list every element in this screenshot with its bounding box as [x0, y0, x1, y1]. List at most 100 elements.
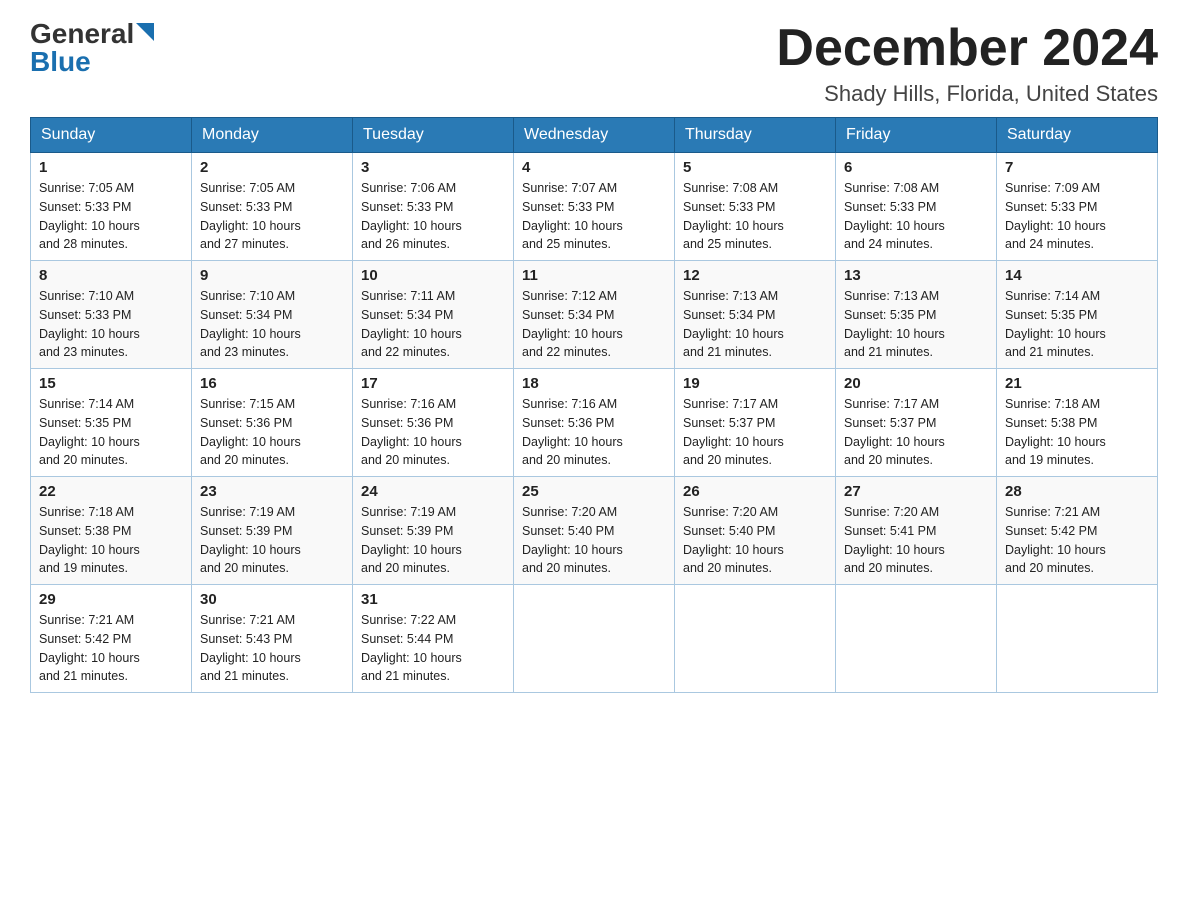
- day-info: Sunrise: 7:15 AMSunset: 5:36 PMDaylight:…: [200, 395, 344, 470]
- day-number: 27: [844, 483, 988, 500]
- calendar-table: SundayMondayTuesdayWednesdayThursdayFrid…: [30, 117, 1158, 693]
- day-number: 11: [522, 267, 666, 284]
- day-number: 24: [361, 483, 505, 500]
- calendar-cell: 19Sunrise: 7:17 AMSunset: 5:37 PMDayligh…: [675, 369, 836, 477]
- calendar-cell: 9 Sunrise: 7:10 AMSunset: 5:34 PMDaylight…: [192, 261, 353, 369]
- page-header: General Blue December 2024 Shady Hills, …: [30, 20, 1158, 107]
- day-number: 1: [39, 159, 183, 176]
- calendar-week-row: 1 Sunrise: 7:05 AMSunset: 5:33 PMDaylight…: [31, 153, 1158, 261]
- calendar-cell: 3 Sunrise: 7:06 AMSunset: 5:33 PMDaylight…: [353, 153, 514, 261]
- col-header-thursday: Thursday: [675, 118, 836, 153]
- day-number: 14: [1005, 267, 1149, 284]
- calendar-cell: 2 Sunrise: 7:05 AMSunset: 5:33 PMDaylight…: [192, 153, 353, 261]
- day-info: Sunrise: 7:05 AMSunset: 5:33 PMDaylight:…: [200, 179, 344, 254]
- col-header-tuesday: Tuesday: [353, 118, 514, 153]
- day-number: 30: [200, 591, 344, 608]
- day-info: Sunrise: 7:18 AMSunset: 5:38 PMDaylight:…: [39, 503, 183, 578]
- calendar-cell: 7 Sunrise: 7:09 AMSunset: 5:33 PMDaylight…: [997, 153, 1158, 261]
- day-info: Sunrise: 7:09 AMSunset: 5:33 PMDaylight:…: [1005, 179, 1149, 254]
- day-info: Sunrise: 7:21 AMSunset: 5:42 PMDaylight:…: [39, 611, 183, 686]
- calendar-cell: 17Sunrise: 7:16 AMSunset: 5:36 PMDayligh…: [353, 369, 514, 477]
- calendar-cell: 26 Sunrise: 7:20 AMSunset: 5:40 PMDayligh…: [675, 477, 836, 585]
- day-number: 20: [844, 375, 988, 392]
- day-number: 16: [200, 375, 344, 392]
- col-header-friday: Friday: [836, 118, 997, 153]
- day-number: 7: [1005, 159, 1149, 176]
- day-number: 21: [1005, 375, 1149, 392]
- calendar-week-row: 15Sunrise: 7:14 AMSunset: 5:35 PMDayligh…: [31, 369, 1158, 477]
- calendar-cell: 31 Sunrise: 7:22 AMSunset: 5:44 PMDayligh…: [353, 585, 514, 693]
- calendar-cell: 1 Sunrise: 7:05 AMSunset: 5:33 PMDaylight…: [31, 153, 192, 261]
- calendar-cell: 23Sunrise: 7:19 AMSunset: 5:39 PMDayligh…: [192, 477, 353, 585]
- calendar-cell: 20 Sunrise: 7:17 AMSunset: 5:37 PMDayligh…: [836, 369, 997, 477]
- calendar-cell: 13 Sunrise: 7:13 AMSunset: 5:35 PMDayligh…: [836, 261, 997, 369]
- calendar-cell: 14 Sunrise: 7:14 AMSunset: 5:35 PMDayligh…: [997, 261, 1158, 369]
- calendar-cell: 8 Sunrise: 7:10 AMSunset: 5:33 PMDaylight…: [31, 261, 192, 369]
- day-info: Sunrise: 7:21 AMSunset: 5:43 PMDaylight:…: [200, 611, 344, 686]
- logo: General Blue: [30, 20, 154, 76]
- calendar-cell: 5 Sunrise: 7:08 AMSunset: 5:33 PMDaylight…: [675, 153, 836, 261]
- day-info: Sunrise: 7:16 AMSunset: 5:36 PMDaylight:…: [361, 395, 505, 470]
- col-header-wednesday: Wednesday: [514, 118, 675, 153]
- day-number: 31: [361, 591, 505, 608]
- calendar-cell: 30 Sunrise: 7:21 AMSunset: 5:43 PMDayligh…: [192, 585, 353, 693]
- day-info: Sunrise: 7:05 AMSunset: 5:33 PMDaylight:…: [39, 179, 183, 254]
- day-info: Sunrise: 7:17 AMSunset: 5:37 PMDaylight:…: [683, 395, 827, 470]
- calendar-cell: 22 Sunrise: 7:18 AMSunset: 5:38 PMDayligh…: [31, 477, 192, 585]
- day-number: 12: [683, 267, 827, 284]
- calendar-cell: 16 Sunrise: 7:15 AMSunset: 5:36 PMDayligh…: [192, 369, 353, 477]
- logo-triangle-icon: [136, 23, 154, 46]
- day-info: Sunrise: 7:14 AMSunset: 5:35 PMDaylight:…: [1005, 287, 1149, 362]
- calendar-cell: 15Sunrise: 7:14 AMSunset: 5:35 PMDayligh…: [31, 369, 192, 477]
- day-number: 18: [522, 375, 666, 392]
- calendar-cell: 18Sunrise: 7:16 AMSunset: 5:36 PMDayligh…: [514, 369, 675, 477]
- calendar-header-row: SundayMondayTuesdayWednesdayThursdayFrid…: [31, 118, 1158, 153]
- calendar-cell: 28Sunrise: 7:21 AMSunset: 5:42 PMDayligh…: [997, 477, 1158, 585]
- day-info: Sunrise: 7:12 AMSunset: 5:34 PMDaylight:…: [522, 287, 666, 362]
- day-number: 9: [200, 267, 344, 284]
- calendar-cell: 6Sunrise: 7:08 AMSunset: 5:33 PMDaylight…: [836, 153, 997, 261]
- day-number: 25: [522, 483, 666, 500]
- title-block: December 2024 Shady Hills, Florida, Unit…: [776, 20, 1158, 107]
- day-number: 23: [200, 483, 344, 500]
- day-number: 2: [200, 159, 344, 176]
- day-info: Sunrise: 7:19 AMSunset: 5:39 PMDaylight:…: [361, 503, 505, 578]
- day-info: Sunrise: 7:08 AMSunset: 5:33 PMDaylight:…: [683, 179, 827, 254]
- logo-blue-text: Blue: [30, 48, 91, 76]
- calendar-week-row: 22 Sunrise: 7:18 AMSunset: 5:38 PMDayligh…: [31, 477, 1158, 585]
- col-header-sunday: Sunday: [31, 118, 192, 153]
- calendar-week-row: 29 Sunrise: 7:21 AMSunset: 5:42 PMDayligh…: [31, 585, 1158, 693]
- calendar-cell: 24 Sunrise: 7:19 AMSunset: 5:39 PMDayligh…: [353, 477, 514, 585]
- calendar-cell: [675, 585, 836, 693]
- calendar-cell: 21Sunrise: 7:18 AMSunset: 5:38 PMDayligh…: [997, 369, 1158, 477]
- day-info: Sunrise: 7:10 AMSunset: 5:34 PMDaylight:…: [200, 287, 344, 362]
- day-number: 10: [361, 267, 505, 284]
- day-info: Sunrise: 7:20 AMSunset: 5:40 PMDaylight:…: [522, 503, 666, 578]
- day-info: Sunrise: 7:10 AMSunset: 5:33 PMDaylight:…: [39, 287, 183, 362]
- day-info: Sunrise: 7:20 AMSunset: 5:41 PMDaylight:…: [844, 503, 988, 578]
- day-info: Sunrise: 7:20 AMSunset: 5:40 PMDaylight:…: [683, 503, 827, 578]
- day-number: 6: [844, 159, 988, 176]
- day-info: Sunrise: 7:06 AMSunset: 5:33 PMDaylight:…: [361, 179, 505, 254]
- day-number: 13: [844, 267, 988, 284]
- col-header-saturday: Saturday: [997, 118, 1158, 153]
- day-number: 26: [683, 483, 827, 500]
- calendar-cell: 27 Sunrise: 7:20 AMSunset: 5:41 PMDayligh…: [836, 477, 997, 585]
- calendar-cell: 25 Sunrise: 7:20 AMSunset: 5:40 PMDayligh…: [514, 477, 675, 585]
- day-number: 5: [683, 159, 827, 176]
- calendar-week-row: 8 Sunrise: 7:10 AMSunset: 5:33 PMDaylight…: [31, 261, 1158, 369]
- calendar-cell: [836, 585, 997, 693]
- day-number: 3: [361, 159, 505, 176]
- day-info: Sunrise: 7:13 AMSunset: 5:35 PMDaylight:…: [844, 287, 988, 362]
- day-number: 28: [1005, 483, 1149, 500]
- day-info: Sunrise: 7:11 AMSunset: 5:34 PMDaylight:…: [361, 287, 505, 362]
- day-info: Sunrise: 7:22 AMSunset: 5:44 PMDaylight:…: [361, 611, 505, 686]
- day-info: Sunrise: 7:13 AMSunset: 5:34 PMDaylight:…: [683, 287, 827, 362]
- col-header-monday: Monday: [192, 118, 353, 153]
- day-number: 29: [39, 591, 183, 608]
- day-number: 4: [522, 159, 666, 176]
- day-info: Sunrise: 7:17 AMSunset: 5:37 PMDaylight:…: [844, 395, 988, 470]
- day-number: 22: [39, 483, 183, 500]
- calendar-cell: [514, 585, 675, 693]
- day-number: 8: [39, 267, 183, 284]
